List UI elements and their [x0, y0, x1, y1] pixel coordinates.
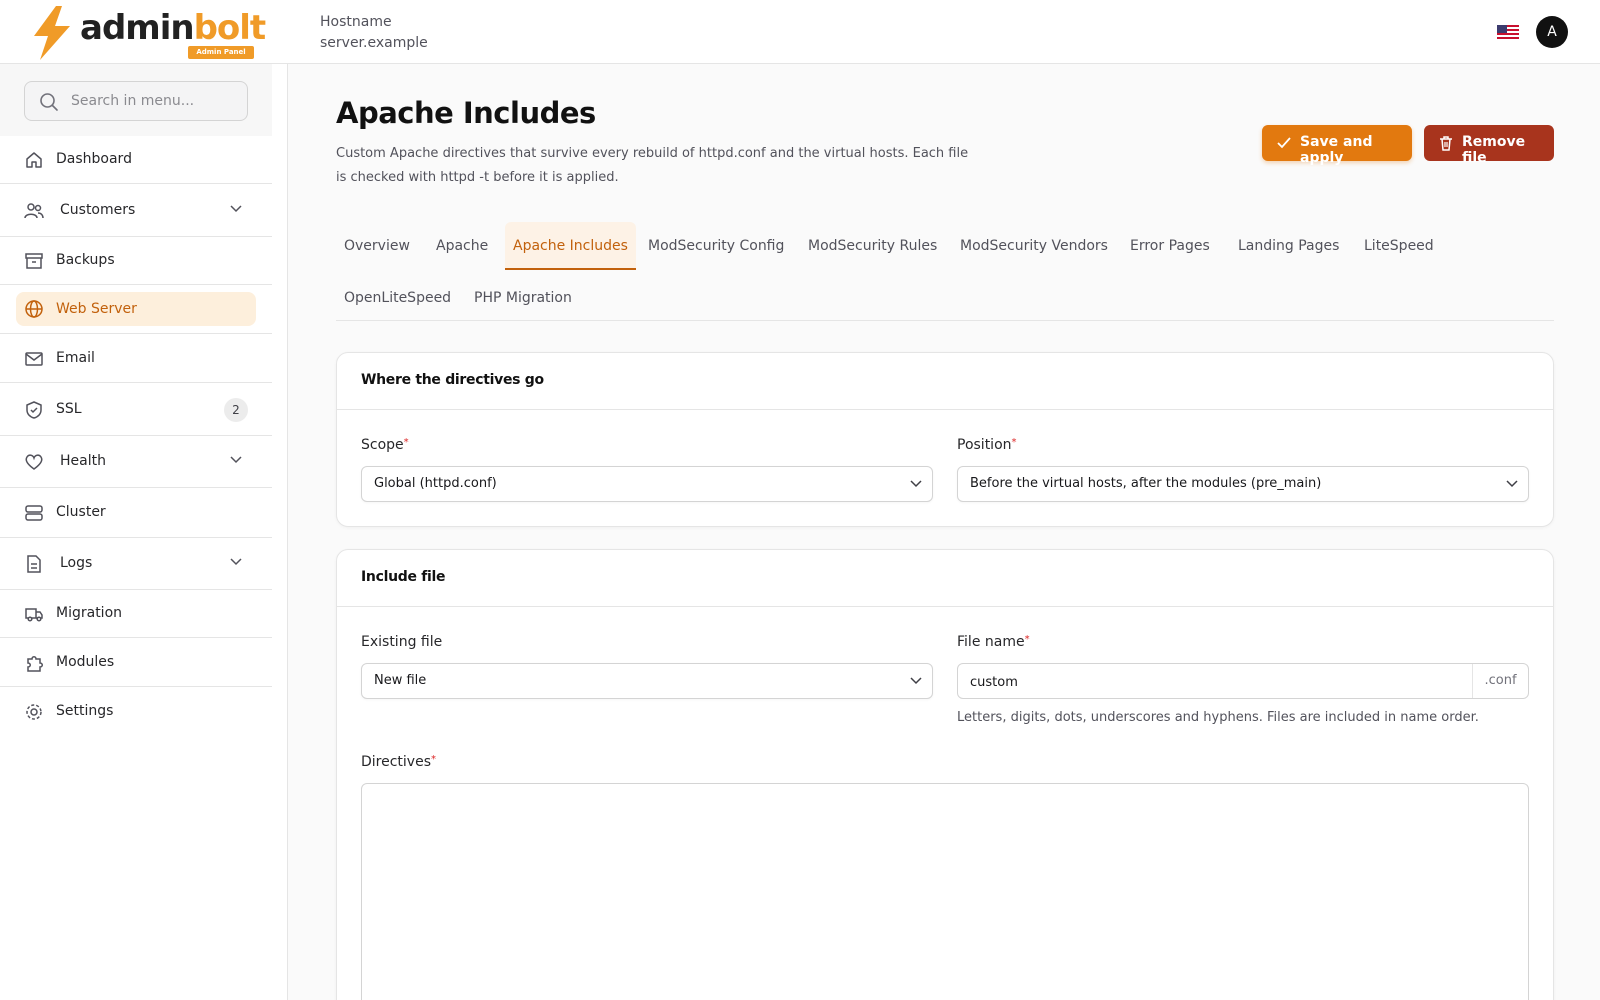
tab-litespeed[interactable]: LiteSpeed	[1356, 222, 1442, 270]
logo-badge: Admin Panel	[188, 46, 254, 59]
directives-placement-card: Where the directives go Scope* Global (h…	[336, 352, 1554, 527]
sidebar-item-label: Health	[60, 453, 106, 469]
directives-label: Directives*	[361, 754, 436, 770]
sidebar-item-label: SSL	[56, 401, 82, 417]
card-heading: Where the directives go	[337, 353, 1553, 410]
sidebar-item-label: Migration	[56, 605, 123, 621]
tab-php-migration[interactable]: PHP Migration	[466, 274, 580, 322]
users-icon	[24, 203, 44, 219]
bolt-icon	[34, 6, 70, 60]
menu-search[interactable]	[24, 81, 248, 121]
user-avatar[interactable]: A	[1536, 16, 1568, 48]
sidebar-item-label: Customers	[60, 202, 136, 218]
ssl-count-badge: 2	[224, 398, 248, 422]
card-heading: Include file	[337, 550, 1553, 607]
mail-icon	[25, 352, 43, 366]
sidebar-item-email[interactable]: Email	[0, 335, 272, 383]
sidebar-item-label: Settings	[56, 703, 114, 719]
tab-modsecurity-config[interactable]: ModSecurity Config	[640, 222, 792, 270]
sidebar-item-label: Backups	[56, 252, 115, 268]
tab-modsecurity-rules[interactable]: ModSecurity Rules	[800, 222, 945, 270]
home-icon	[26, 152, 42, 168]
hostname-value: server.example	[320, 35, 428, 51]
menu-search-input[interactable]	[71, 91, 236, 111]
sidebar-item-backups[interactable]: Backups	[0, 237, 272, 285]
sidebar-item-logs[interactable]: Logs	[0, 538, 272, 590]
scope-label: Scope*	[361, 437, 409, 453]
top-bar: adminbolt Admin Panel Hostname server.ex…	[0, 0, 1600, 64]
tab-openlitespeed[interactable]: OpenLiteSpeed	[336, 274, 459, 322]
sidebar-item-dashboard[interactable]: Dashboard	[0, 136, 272, 184]
sidebar-item-customers[interactable]: Customers	[0, 185, 272, 237]
page-title: Apache Includes	[336, 96, 596, 130]
trash-icon	[1440, 136, 1452, 151]
sidebar-item-label: Logs	[60, 555, 93, 571]
puzzle-icon	[27, 656, 43, 672]
shield-icon	[26, 401, 42, 419]
hostname: Hostname server.example	[320, 12, 428, 54]
remove-label: Remove file	[1462, 134, 1526, 166]
gear-icon	[26, 704, 42, 720]
heart-icon	[25, 454, 43, 470]
scope-select[interactable]: Global (httpd.conf)	[361, 466, 933, 502]
sidebar-item-label: Web Server	[56, 301, 137, 317]
tab-overview[interactable]: Overview	[336, 222, 418, 270]
sidebar-search-area	[0, 64, 272, 136]
sidebar-item-settings[interactable]: Settings	[0, 688, 272, 736]
sidebar-item-health[interactable]: Health	[0, 436, 272, 488]
truck-icon	[25, 608, 43, 622]
tab-modsecurity-vendors[interactable]: ModSecurity Vendors	[952, 222, 1116, 270]
chevron-down-icon	[1506, 480, 1518, 488]
sidebar-item-label: Email	[56, 350, 95, 366]
position-select[interactable]: Before the virtual hosts, after the modu…	[957, 466, 1529, 502]
server-stack-icon	[25, 505, 43, 521]
existing-file-value: New file	[374, 673, 427, 688]
existing-file-select[interactable]: New file	[361, 663, 933, 699]
chevron-down-icon	[910, 480, 922, 488]
sidebar-item-label: Dashboard	[56, 151, 132, 167]
existing-file-label: Existing file	[361, 634, 443, 650]
file-name-hint: Letters, digits, dots, underscores and h…	[957, 710, 1479, 725]
tab-apache[interactable]: Apache	[428, 222, 496, 270]
check-icon	[1277, 137, 1291, 149]
sidebar: Dashboard Customers Backups Web Server E…	[0, 64, 288, 1000]
include-file-card: Include file Existing file New file File…	[336, 549, 1554, 1000]
file-name-label: File name*	[957, 634, 1030, 650]
page-description: Custom Apache directives that survive ev…	[336, 146, 969, 185]
chevron-down-icon	[230, 558, 242, 566]
globe-icon	[25, 300, 43, 318]
archive-icon	[25, 253, 43, 269]
tab-landing-pages[interactable]: Landing Pages	[1230, 222, 1347, 270]
tab-error-pages[interactable]: Error Pages	[1122, 222, 1218, 270]
logo[interactable]: adminbolt Admin Panel	[30, 6, 266, 60]
save-and-apply-button[interactable]: Save and apply	[1262, 125, 1412, 166]
hostname-label: Hostname	[320, 14, 392, 30]
chevron-down-icon	[230, 205, 242, 213]
chevron-down-icon	[910, 677, 922, 685]
sidebar-item-cluster[interactable]: Cluster	[0, 488, 272, 538]
file-name-field[interactable]: .conf	[957, 663, 1529, 699]
file-name-input[interactable]	[970, 672, 1450, 692]
position-value: Before the virtual hosts, after the modu…	[970, 476, 1322, 491]
sidebar-item-ssl[interactable]: SSL 2	[0, 384, 272, 436]
remove-file-button[interactable]: Remove file	[1424, 125, 1554, 166]
document-icon	[27, 555, 41, 573]
scope-value: Global (httpd.conf)	[374, 476, 497, 491]
directives-editor[interactable]	[361, 783, 1529, 1000]
chevron-down-icon	[230, 456, 242, 464]
sidebar-item-label: Cluster	[56, 504, 106, 520]
us-flag-icon[interactable]	[1497, 25, 1519, 39]
file-extension-suffix: .conf	[1472, 664, 1528, 698]
tab-apache-includes[interactable]: Apache Includes	[505, 222, 636, 270]
sidebar-item-modules[interactable]: Modules	[0, 639, 272, 687]
save-label: Save and apply	[1300, 134, 1373, 166]
search-icon	[40, 93, 58, 111]
web-server-tabs: Overview Apache Apache Includes ModSecur…	[336, 220, 1554, 321]
sidebar-item-web-server[interactable]: Web Server	[0, 286, 272, 334]
sidebar-item-migration[interactable]: Migration	[0, 590, 272, 638]
position-label: Position*	[957, 437, 1017, 453]
sidebar-item-label: Modules	[56, 654, 115, 670]
logo-text: adminbolt	[80, 8, 266, 48]
